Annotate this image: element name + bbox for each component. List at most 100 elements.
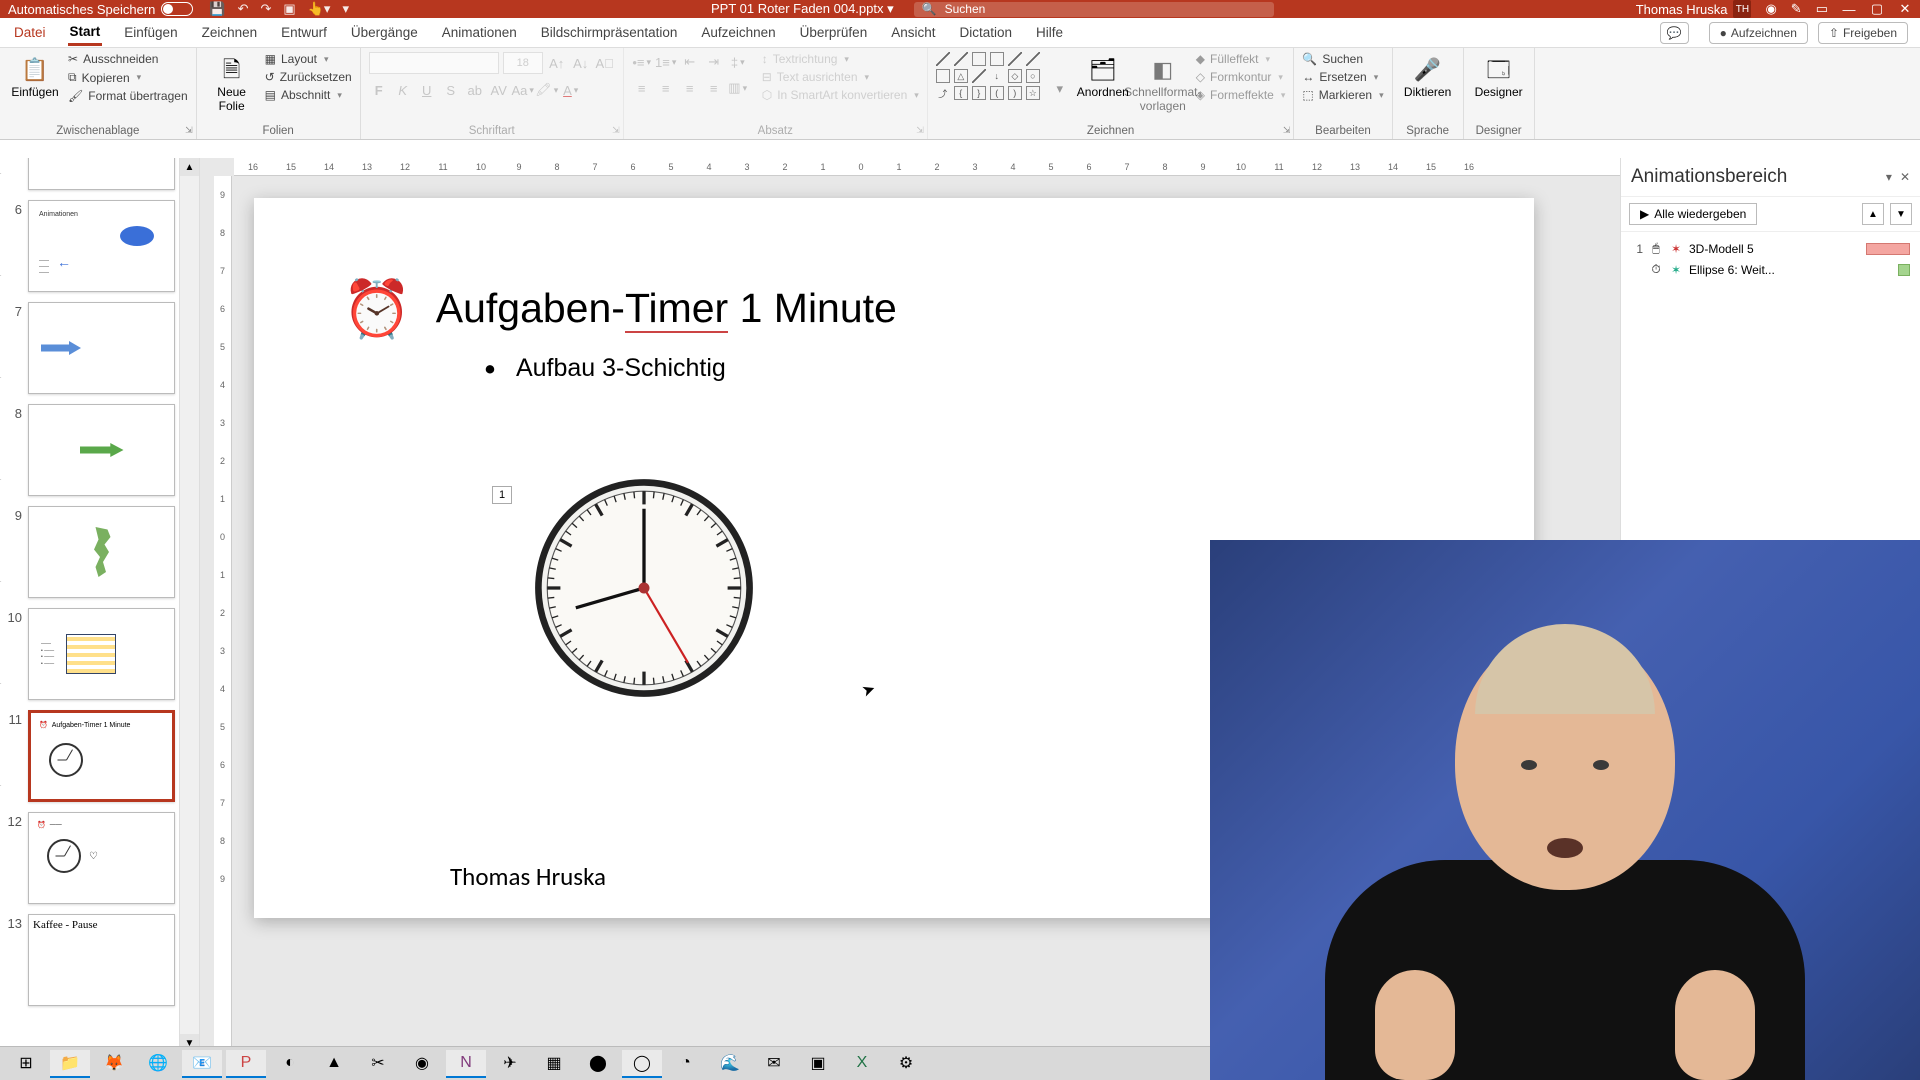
tab-datei[interactable]: Datei	[12, 21, 48, 44]
bold-icon[interactable]: F	[369, 80, 389, 100]
qat-more-icon[interactable]: ▾	[342, 1, 349, 17]
redo-icon[interactable]: ↷	[261, 1, 272, 17]
pane-close-icon[interactable]: ✕	[1900, 170, 1910, 184]
slide-thumb-6[interactable]: 6✦ Animationen —————— ←	[4, 200, 175, 292]
kopieren-button[interactable]: ⧉Kopieren	[68, 70, 188, 85]
present-icon[interactable]: ▣	[283, 1, 295, 17]
shapes-more-icon[interactable]: ▾	[1050, 79, 1070, 99]
italic-icon[interactable]: K	[393, 80, 413, 100]
ersetzen-button[interactable]: ↔Ersetzen	[1302, 70, 1383, 84]
dialog-launcher-icon[interactable]: ⇲	[612, 125, 620, 136]
app-icon[interactable]: ▦	[534, 1050, 574, 1078]
timeline-bar[interactable]	[1898, 264, 1910, 276]
tab-aufzeichnen[interactable]: Aufzeichnen	[699, 21, 777, 44]
touch-mode-icon[interactable]: 👆▾	[308, 1, 331, 17]
freigeben-button[interactable]: ⇧ Freigeben	[1818, 22, 1908, 44]
animation-item-1[interactable]: 1 🖱 ✶ 3D-Modell 5	[1629, 238, 1912, 259]
powerpoint-icon[interactable]: P	[226, 1050, 266, 1078]
obs-icon[interactable]: ⬤	[578, 1050, 618, 1078]
timeline-bar[interactable]	[1866, 243, 1910, 255]
zuruecksetzen-button[interactable]: ↺Zurücksetzen	[265, 70, 352, 84]
slide-thumb-8[interactable]: 8✦	[4, 404, 175, 496]
tab-ueberpruefen[interactable]: Überprüfen	[798, 21, 870, 44]
anordnen-button[interactable]: 🗂 Anordnen	[1076, 52, 1130, 100]
ausschneiden-button[interactable]: ✂Ausschneiden	[68, 52, 188, 66]
shapes-gallery[interactable]: △↓◇○ ⤴{}()☆	[936, 52, 1040, 100]
app-icon[interactable]: ⚙	[886, 1050, 926, 1078]
animation-item-2[interactable]: ⏱ ✶ Ellipse 6: Weit...	[1629, 259, 1912, 280]
app-icon[interactable]: ◉	[402, 1050, 442, 1078]
user-account[interactable]: Thomas Hruska TH	[1636, 0, 1752, 18]
snipping-icon[interactable]: ✂	[358, 1050, 398, 1078]
clear-format-icon[interactable]: A⃠	[595, 53, 615, 73]
fuelleffekt-button[interactable]: ◆Fülleffekt	[1196, 52, 1286, 66]
play-all-button[interactable]: ▶ Alle wiedergeben	[1629, 203, 1757, 225]
ribbon-mode-icon[interactable]: ▭	[1816, 1, 1828, 17]
tab-start[interactable]: Start	[68, 20, 103, 46]
case-icon[interactable]: Aa	[513, 80, 533, 100]
shadow-icon[interactable]: ab	[465, 80, 485, 100]
sync-icon[interactable]: ◉	[1765, 1, 1776, 17]
bullet-1[interactable]: Aufbau 3-Schichtig	[484, 354, 726, 383]
animation-order-badge[interactable]: 1	[492, 486, 512, 504]
line-spacing-icon[interactable]: ‡	[728, 52, 748, 72]
pane-options-icon[interactable]: ▾	[1886, 170, 1892, 184]
onenote-icon[interactable]: N	[446, 1050, 486, 1078]
smartart-button[interactable]: ⬡In SmartArt konvertieren	[762, 88, 919, 102]
align-center-icon[interactable]: ≡	[656, 78, 676, 98]
undo-icon[interactable]: ↶	[238, 1, 249, 17]
clock-3d-model[interactable]	[534, 478, 754, 701]
einfuegen-button[interactable]: 📋 Einfügen	[8, 52, 62, 100]
comments-button[interactable]: 💬	[1660, 22, 1689, 44]
strike-icon[interactable]: S	[441, 80, 461, 100]
slide-thumb-13[interactable]: 13 Kaffee - Pause	[4, 914, 175, 1006]
align-right-icon[interactable]: ≡	[680, 78, 700, 98]
close-icon[interactable]: ✕	[1898, 1, 1912, 17]
excel-icon[interactable]: X	[842, 1050, 882, 1078]
minimize-icon[interactable]: —	[1842, 2, 1856, 17]
suchen-button[interactable]: 🔍Suchen	[1302, 52, 1383, 66]
neue-folie-button[interactable]: 🗎 Neue Folie	[205, 52, 259, 114]
slide-thumb-10[interactable]: 10✦ ——• ——• ——• ——	[4, 608, 175, 700]
slide-thumb-9[interactable]: 9✦	[4, 506, 175, 598]
formkontur-button[interactable]: ◇Formkontur	[1196, 70, 1286, 84]
mail-icon[interactable]: ✉	[754, 1050, 794, 1078]
save-icon[interactable]: 💾	[209, 1, 225, 17]
font-family-select[interactable]	[369, 52, 499, 74]
start-menu-icon[interactable]: ⊞	[6, 1050, 46, 1078]
aufzeichnen-button[interactable]: ● Aufzeichnen	[1709, 22, 1808, 44]
spacing-icon[interactable]: AV	[489, 80, 509, 100]
shrink-font-icon[interactable]: A↓	[571, 53, 591, 73]
font-color-icon[interactable]: A	[561, 80, 581, 100]
number-list-icon[interactable]: 1≡	[656, 52, 676, 72]
telegram-icon[interactable]: ✈	[490, 1050, 530, 1078]
firefox-icon[interactable]: 🦊	[94, 1050, 134, 1078]
autosave-toggle[interactable]: Automatisches Speichern	[8, 2, 193, 17]
textrichtung-button[interactable]: ↕Textrichtung	[762, 52, 919, 66]
abschnitt-button[interactable]: ▤Abschnitt	[265, 88, 352, 102]
app-icon[interactable]: ◐	[270, 1050, 310, 1078]
tab-einfuegen[interactable]: Einfügen	[122, 21, 179, 44]
grow-font-icon[interactable]: A↑	[547, 53, 567, 73]
tab-ansicht[interactable]: Ansicht	[889, 21, 937, 44]
columns-icon[interactable]: ▥	[728, 78, 748, 98]
dialog-launcher-icon[interactable]: ⇲	[185, 125, 193, 136]
dialog-launcher-icon[interactable]: ⇲	[1283, 125, 1291, 136]
search-input[interactable]: 🔍 Suchen	[914, 2, 1274, 17]
app-icon[interactable]: ◔	[666, 1050, 706, 1078]
thumbnail-scrollbar[interactable]: ▲ ▼	[179, 158, 199, 1052]
tab-hilfe[interactable]: Hilfe	[1034, 21, 1065, 44]
font-size-select[interactable]: 18	[503, 52, 543, 74]
outlook-icon[interactable]: 📧	[182, 1050, 222, 1078]
text-ausrichten-button[interactable]: ⊟Text ausrichten	[762, 70, 919, 84]
bullet-list-icon[interactable]: •≡	[632, 52, 652, 72]
tab-entwurf[interactable]: Entwurf	[279, 21, 329, 44]
tab-uebergaenge[interactable]: Übergänge	[349, 21, 420, 44]
justify-icon[interactable]: ≡	[704, 78, 724, 98]
slide-title[interactable]: ⏰ Aufgaben-Timer 1 Minute	[342, 276, 897, 342]
slide-thumb-5[interactable]: 5✦ —— ———— ———— ——	[4, 158, 175, 190]
edge-icon[interactable]: 🌊	[710, 1050, 750, 1078]
slide-thumb-11[interactable]: 11✦ ⏰ Aufgaben-Timer 1 Minute	[4, 710, 175, 802]
move-down-button[interactable]: ▼	[1890, 203, 1912, 225]
filename-label[interactable]: PPT 01 Roter Faden 004.pptx ▾	[711, 1, 894, 17]
